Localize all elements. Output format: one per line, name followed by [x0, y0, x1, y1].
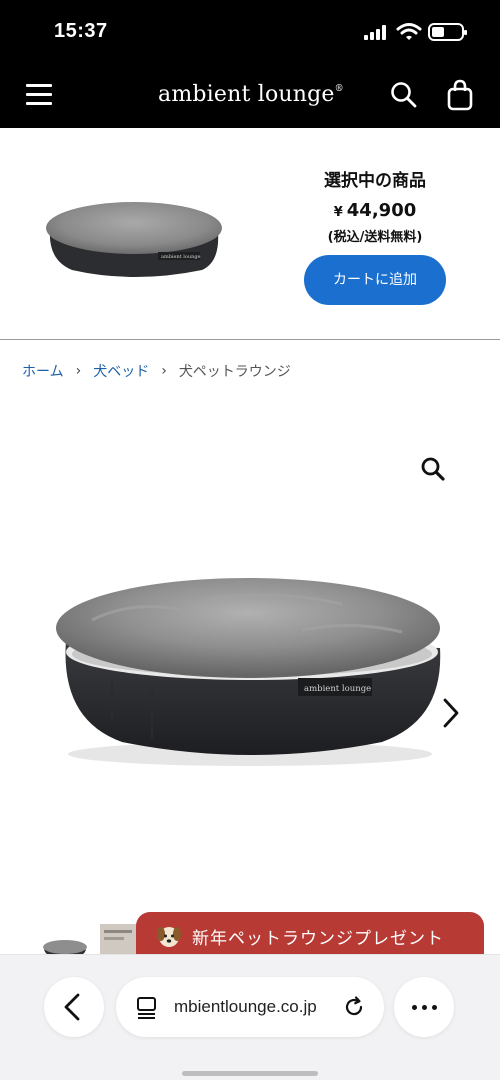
back-button[interactable]	[44, 977, 104, 1037]
home-indicator	[182, 1071, 318, 1076]
battery-icon	[428, 23, 467, 41]
main-product-image[interactable]: ambient lounge	[52, 570, 448, 770]
zoom-icon[interactable]	[420, 456, 446, 482]
more-icon	[412, 1005, 417, 1010]
menu-icon[interactable]	[26, 84, 52, 106]
more-options-button[interactable]	[394, 977, 454, 1037]
selected-product-price: ¥44,900	[300, 200, 450, 221]
breadcrumb-separator: ›	[161, 363, 167, 379]
product-thumbnail: ambient lounge	[46, 202, 222, 277]
brand-logo[interactable]: ambient lounge®	[158, 82, 344, 107]
site-header: ambient lounge®	[0, 64, 500, 128]
registered-mark: ®	[334, 84, 344, 94]
search-icon[interactable]	[390, 81, 418, 109]
breadcrumb-separator: ›	[75, 363, 82, 379]
main-bed-label: ambient lounge	[304, 684, 371, 694]
promo-text: 新年ペットラウンジプレゼント	[192, 928, 444, 949]
selected-product-title: 選択中の商品	[324, 171, 426, 191]
price-value: 44,900	[346, 200, 417, 221]
thumbnail-bed-label: ambient lounge	[161, 254, 201, 260]
promo-banner[interactable]: 新年ペットラウンジプレゼント	[136, 912, 484, 960]
wifi-icon	[396, 23, 422, 40]
address-bar[interactable]: mbientlounge.co.jp	[116, 977, 384, 1037]
brand-name: ambient lounge	[158, 82, 335, 107]
cellular-signal-icon	[364, 24, 388, 40]
status-time: 15:37	[54, 20, 108, 42]
url-text: mbientlounge.co.jp	[174, 997, 317, 1016]
tabs-icon[interactable]	[136, 996, 158, 1020]
back-icon	[64, 993, 80, 1021]
breadcrumb-home[interactable]: ホーム	[22, 361, 64, 381]
chevron-right-icon[interactable]	[438, 696, 464, 730]
selected-product-panel: ambient lounge 選択中の商品 ¥44,900 (税込/送料無料) …	[0, 128, 500, 340]
dog-icon	[157, 927, 181, 947]
add-to-cart-button[interactable]: カートに追加	[304, 255, 446, 305]
breadcrumb-current: 犬ペットラウンジ	[178, 364, 291, 380]
tax-note: (税込/送料無料)	[327, 230, 423, 245]
shopping-bag-icon[interactable]	[446, 79, 474, 111]
breadcrumb: ホーム › 犬ベッド › 犬ペットラウンジ	[22, 360, 291, 382]
status-bar: 15:37	[0, 0, 500, 64]
reload-icon[interactable]	[342, 995, 366, 1019]
currency-symbol: ¥	[333, 205, 343, 220]
browser-toolbar: mbientlounge.co.jp	[0, 954, 500, 1080]
breadcrumb-dog-beds[interactable]: 犬ベッド	[93, 361, 149, 381]
